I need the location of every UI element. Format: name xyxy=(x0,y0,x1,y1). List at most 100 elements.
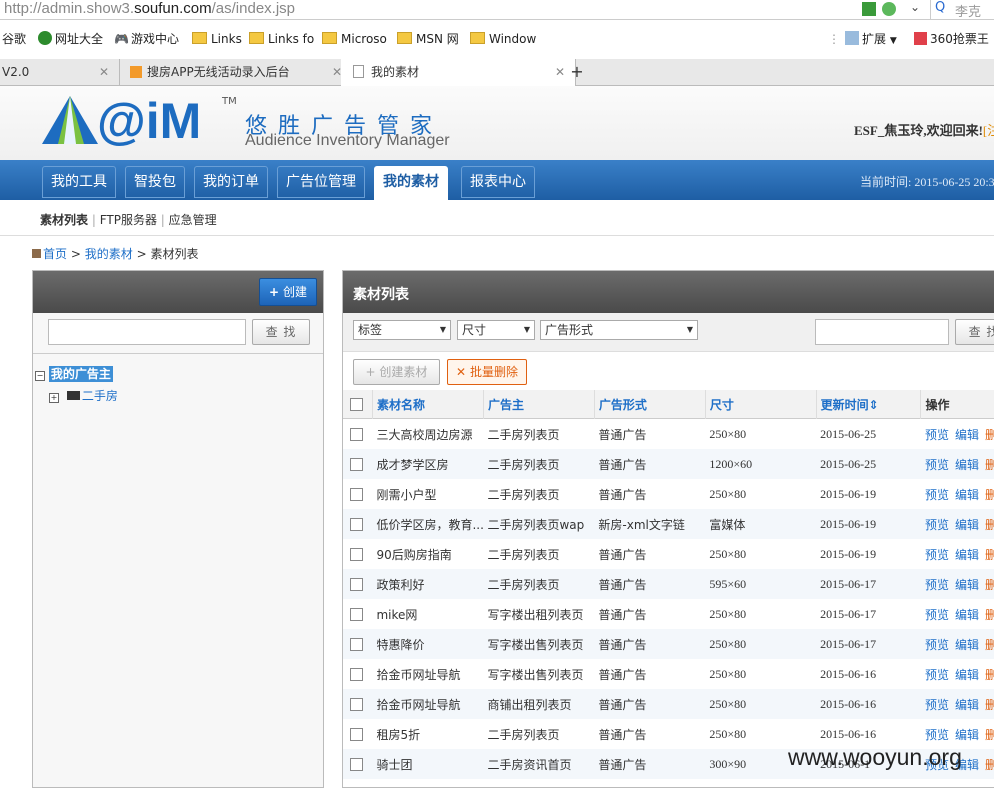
edit-link[interactable]: 编辑 xyxy=(955,608,979,622)
bookmark-windows[interactable]: Window xyxy=(470,20,536,59)
nav-my-tools[interactable]: 我的工具 xyxy=(42,166,116,198)
material-search-button[interactable]: 查 找 xyxy=(955,319,994,345)
ticket-button[interactable]: 360抢票王 xyxy=(914,20,989,59)
delete-link[interactable]: 删 xyxy=(985,488,994,502)
row-checkbox[interactable] xyxy=(350,548,363,561)
tree-root[interactable]: − 我的广告主 xyxy=(35,365,113,382)
nav-my-materials[interactable]: 我的素材 xyxy=(374,166,448,202)
nav-ad-slot-management[interactable]: 广告位管理 xyxy=(277,166,365,198)
bookmark-microsoft[interactable]: Microso xyxy=(322,20,387,59)
delete-link[interactable]: 删 xyxy=(985,578,994,592)
delete-link[interactable]: 删 xyxy=(985,758,994,772)
delete-link[interactable]: 删 xyxy=(985,728,994,742)
advertiser-search-button[interactable]: 查 找 xyxy=(252,319,310,345)
expand-icon[interactable]: + xyxy=(49,393,59,403)
col-format[interactable]: 广告形式 xyxy=(594,390,706,419)
nav-smart-pack[interactable]: 智投包 xyxy=(125,166,185,198)
create-material-button[interactable]: + 创建素材 xyxy=(353,359,440,385)
preview-link[interactable]: 预览 xyxy=(925,668,949,682)
advertiser-search-input[interactable] xyxy=(48,319,246,345)
logout-link[interactable]: 注 xyxy=(987,123,994,138)
chevron-down-icon[interactable]: ⌄ xyxy=(910,0,920,14)
edit-link[interactable]: 编辑 xyxy=(955,458,979,472)
breadcrumb-home[interactable]: 首页 xyxy=(43,247,67,261)
url-bar[interactable]: http://admin.show3.soufun.com/as/index.j… xyxy=(0,0,994,20)
preview-link[interactable]: 预览 xyxy=(925,488,949,502)
delete-link[interactable]: 删 xyxy=(985,698,994,712)
new-tab-button[interactable]: + xyxy=(566,59,588,86)
nav-report-center[interactable]: 报表中心 xyxy=(461,166,535,198)
tab-v2[interactable]: V2.0 ✕ xyxy=(0,59,120,86)
delete-link[interactable]: 删 xyxy=(985,518,994,532)
bookmark-urls[interactable]: 网址大全 xyxy=(38,20,103,59)
bookmark-google[interactable]: 谷歌 xyxy=(2,20,26,59)
delete-link[interactable]: 删 xyxy=(985,548,994,562)
row-checkbox[interactable] xyxy=(350,728,363,741)
ad-format-select[interactable]: 广告形式 xyxy=(540,320,698,340)
extensions-button[interactable]: 扩展 ▼ xyxy=(845,20,897,59)
row-checkbox[interactable] xyxy=(350,518,363,531)
edit-link[interactable]: 编辑 xyxy=(955,428,979,442)
col-name[interactable]: 素材名称 xyxy=(372,390,484,419)
tag-select[interactable]: 标签 xyxy=(353,320,451,340)
sort-icon[interactable]: ⇕ xyxy=(869,398,879,412)
close-icon[interactable]: ✕ xyxy=(555,59,565,85)
subnav-ftp-server[interactable]: FTP服务器 xyxy=(100,213,157,227)
bookmark-msn[interactable]: MSN 网 xyxy=(397,20,459,59)
preview-link[interactable]: 预览 xyxy=(925,728,949,742)
col-advertiser[interactable]: 广告主 xyxy=(483,390,595,419)
delete-link[interactable]: 删 xyxy=(985,428,994,442)
tree-node-label[interactable]: 二手房 xyxy=(82,389,118,403)
refresh-icon[interactable] xyxy=(882,2,896,16)
row-checkbox[interactable] xyxy=(350,698,363,711)
edit-link[interactable]: 编辑 xyxy=(955,488,979,502)
bookmark-games[interactable]: 🎮 游戏中心 xyxy=(114,20,179,59)
breadcrumb-my-materials[interactable]: 我的素材 xyxy=(85,247,133,261)
edit-link[interactable]: 编辑 xyxy=(955,668,979,682)
delete-link[interactable]: 删 xyxy=(985,608,994,622)
preview-link[interactable]: 预览 xyxy=(925,548,949,562)
tab-soufang-app[interactable]: 搜房APP无线活动录入后台 ✕ xyxy=(118,59,353,86)
col-size[interactable]: 尺寸 xyxy=(705,390,817,419)
url-text[interactable]: http://admin.show3.soufun.com/as/index.j… xyxy=(4,0,295,18)
material-search-input[interactable] xyxy=(815,319,949,345)
preview-link[interactable]: 预览 xyxy=(925,518,949,532)
search-box[interactable]: Q 李克 xyxy=(930,0,994,20)
subnav-emergency[interactable]: 应急管理 xyxy=(169,213,217,227)
edit-link[interactable]: 编辑 xyxy=(955,578,979,592)
delete-link[interactable]: 删 xyxy=(985,638,994,652)
delete-link[interactable]: 删 xyxy=(985,458,994,472)
edit-link[interactable]: 编辑 xyxy=(955,698,979,712)
preview-link[interactable]: 预览 xyxy=(925,638,949,652)
edit-link[interactable]: 编辑 xyxy=(955,638,979,652)
tab-my-materials[interactable]: 我的素材 ✕ xyxy=(341,59,576,87)
edit-link[interactable]: 编辑 xyxy=(955,548,979,562)
row-checkbox[interactable] xyxy=(350,638,363,651)
tree-node-second-hand[interactable]: + 二手房 xyxy=(49,387,118,404)
preview-link[interactable]: 预览 xyxy=(925,458,949,472)
close-icon[interactable]: ✕ xyxy=(99,59,109,85)
row-checkbox[interactable] xyxy=(350,458,363,471)
bookmark-links[interactable]: Links xyxy=(192,20,242,59)
batch-delete-button[interactable]: ✕ 批量删除 xyxy=(447,359,527,385)
nav-my-orders[interactable]: 我的订单 xyxy=(194,166,268,198)
col-updated[interactable]: 更新时间⇕ xyxy=(816,390,922,419)
bookmark-links-fo[interactable]: Links fo xyxy=(249,20,314,59)
size-select[interactable]: 尺寸 xyxy=(457,320,535,340)
preview-link[interactable]: 预览 xyxy=(925,578,949,592)
row-checkbox[interactable] xyxy=(350,428,363,441)
preview-link[interactable]: 预览 xyxy=(925,428,949,442)
row-checkbox[interactable] xyxy=(350,578,363,591)
preview-link[interactable]: 预览 xyxy=(925,608,949,622)
subnav-material-list[interactable]: 素材列表 xyxy=(40,213,88,227)
row-checkbox[interactable] xyxy=(350,758,363,771)
tree-root-label[interactable]: 我的广告主 xyxy=(48,366,113,382)
row-checkbox[interactable] xyxy=(350,608,363,621)
edit-link[interactable]: 编辑 xyxy=(955,518,979,532)
row-checkbox[interactable] xyxy=(350,668,363,681)
row-checkbox[interactable] xyxy=(350,488,363,501)
qr-icon[interactable] xyxy=(862,2,876,16)
select-all-checkbox[interactable] xyxy=(350,398,363,411)
collapse-icon[interactable]: − xyxy=(35,371,45,381)
edit-link[interactable]: 编辑 xyxy=(955,728,979,742)
